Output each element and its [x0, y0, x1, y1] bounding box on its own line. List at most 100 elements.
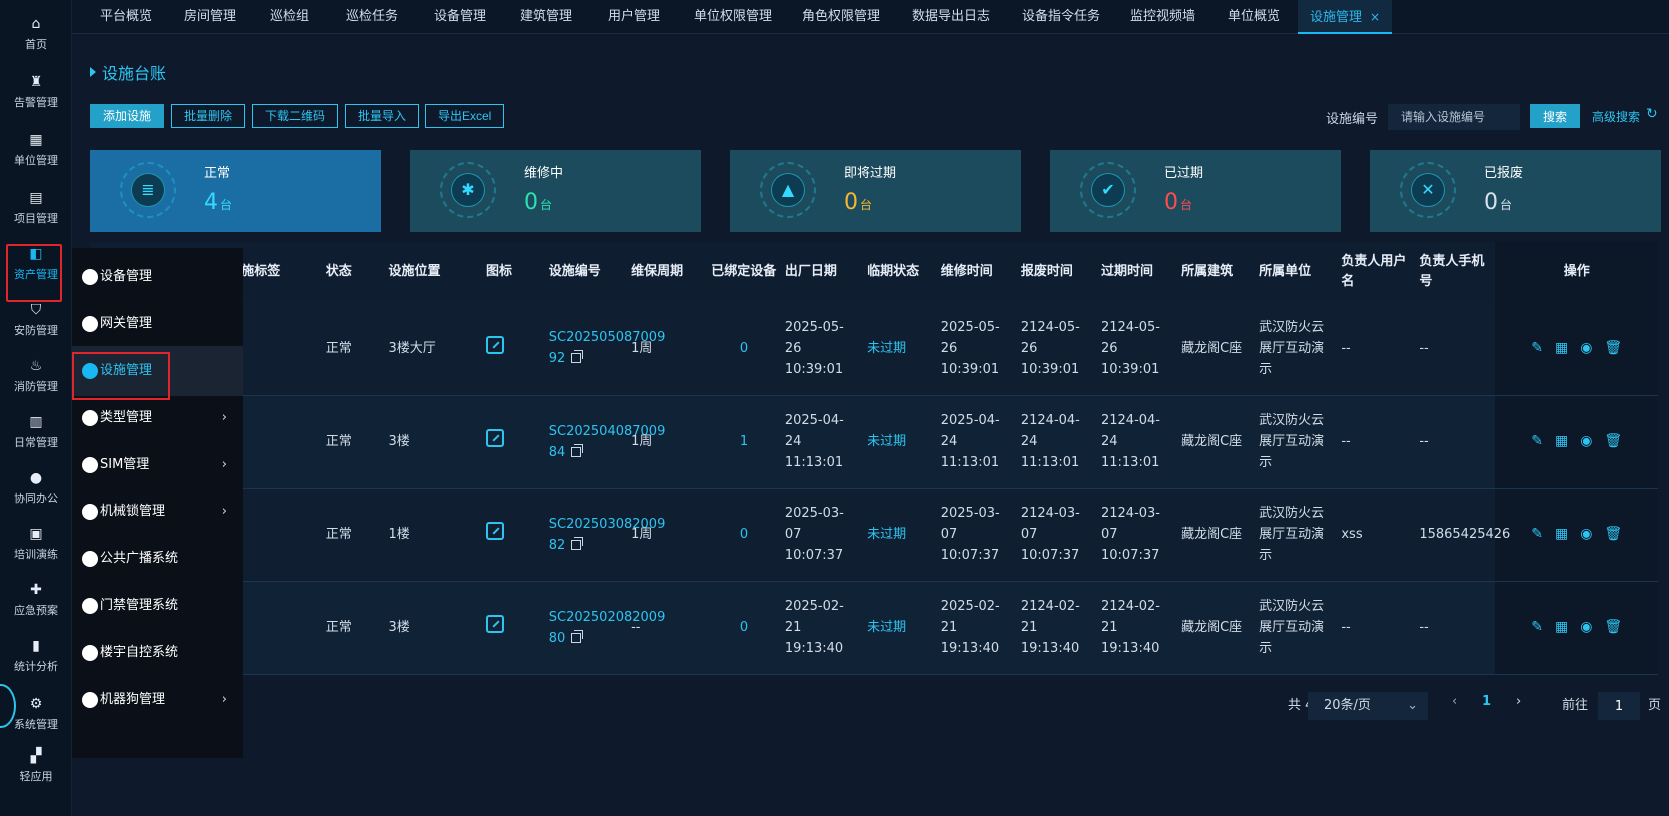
cell-scrap: 2124-02-21 19:13:40 — [1016, 581, 1097, 675]
batch-import-button[interactable]: 批量导入 — [345, 104, 420, 128]
tab-6[interactable]: 用户管理 — [608, 0, 660, 34]
rail-label: 首页 — [25, 38, 47, 51]
cell-value: 1周 — [631, 340, 653, 356]
tab-1[interactable]: 房间管理 — [184, 0, 236, 34]
rail-item-8[interactable]: ● 协同办公 — [0, 464, 72, 520]
tab-7[interactable]: 单位权限管理 — [694, 0, 772, 34]
submenu-item-0[interactable]: 设备管理 — [72, 252, 243, 302]
cell-scrap: 2124-04-24 11:13:01 — [1016, 395, 1097, 489]
tab-8[interactable]: 角色权限管理 — [802, 0, 880, 34]
advanced-search-link[interactable]: 高级搜索 — [1592, 108, 1640, 125]
current-page[interactable]: 1 — [1482, 694, 1491, 720]
refresh-icon[interactable]: ↻ — [1646, 106, 1658, 122]
batch-delete-button[interactable]: 批量删除 — [171, 104, 246, 128]
eye-icon[interactable]: ◉ — [1580, 433, 1592, 449]
column-header: 出厂日期 — [780, 242, 864, 302]
stat-value: 4 — [204, 190, 218, 215]
tab-4[interactable]: 设备管理 — [434, 0, 486, 34]
submenu-item-9[interactable]: 机器狗管理 › — [72, 675, 243, 725]
rail-item-3[interactable]: ▤ 项目管理 — [0, 184, 72, 240]
submenu-item-3[interactable]: 类型管理 › — [72, 393, 243, 443]
edit-icon[interactable]: ✎ — [1531, 526, 1543, 542]
export-excel-button[interactable]: 导出Excel — [425, 104, 505, 128]
submenu-item-7[interactable]: 门禁管理系统 — [72, 581, 243, 631]
add-facility-button[interactable]: 添加设施 — [90, 104, 165, 128]
tab-0[interactable]: 平台概览 — [100, 0, 152, 34]
edit-note-icon — [485, 615, 504, 633]
cell-building: 藏龙阁C座 — [1177, 488, 1256, 582]
rail-item-0[interactable]: ⌂ 首页 — [0, 10, 72, 66]
edit-icon[interactable]: ✎ — [1531, 340, 1543, 356]
submenu-item-4[interactable]: SIM管理 › — [72, 440, 243, 490]
trash-icon[interactable]: 🗑 — [1604, 340, 1622, 356]
chevron-right-icon: › — [221, 692, 227, 707]
rail-item-2[interactable]: ▦ 单位管理 — [0, 126, 72, 182]
bullet-icon — [82, 504, 98, 520]
tab-12[interactable]: 单位概览 — [1228, 0, 1280, 34]
tab-2[interactable]: 巡检组 — [270, 0, 309, 34]
tab-10[interactable]: 设备指令任务 — [1022, 0, 1100, 34]
submenu-item-6[interactable]: 公共广播系统 — [72, 534, 243, 584]
rail-item-13[interactable]: ▞ 轻应用 — [0, 742, 72, 798]
stat-card[interactable]: ✱ 维修中 0 台 — [410, 150, 701, 232]
goto-page-input[interactable] — [1598, 692, 1640, 720]
stat-card[interactable]: ✕ 已报废 0 台 — [1370, 150, 1661, 232]
tab-3[interactable]: 巡检任务 — [346, 0, 398, 34]
next-page-icon[interactable]: › — [1516, 694, 1521, 720]
submenu-item-5[interactable]: 机械锁管理 › — [72, 487, 243, 537]
submenu-item-1[interactable]: 网关管理 — [72, 299, 243, 349]
trash-icon[interactable]: 🗑 — [1604, 619, 1622, 635]
copy-icon[interactable] — [571, 350, 584, 364]
cell-location: 3楼 — [384, 395, 482, 489]
eye-icon[interactable]: ◉ — [1580, 619, 1592, 635]
eye-icon[interactable]: ◉ — [1580, 526, 1592, 542]
cell-value: 1周 — [631, 434, 653, 449]
rail-item-10[interactable]: ✚ 应急预案 — [0, 576, 72, 632]
trash-icon[interactable]: 🗑 — [1604, 526, 1622, 542]
tab-11[interactable]: 监控视频墙 — [1130, 0, 1195, 34]
edit-icon[interactable]: ✎ — [1531, 433, 1543, 449]
submenu-item-8[interactable]: 楼宇自控系统 — [72, 628, 243, 678]
edit-icon[interactable]: ✎ — [1531, 619, 1543, 635]
rail-item-1[interactable]: ♜ 告警管理 — [0, 68, 72, 124]
cell-value: 藏龙阁C座 — [1181, 620, 1243, 635]
rail-item-11[interactable]: ▮ 统计分析 — [0, 632, 72, 688]
cell-value: 2124-02-21 19:13:40 — [1100, 599, 1160, 656]
qr-code-icon[interactable]: ▦ — [1555, 619, 1568, 635]
page-size-select[interactable]: 20条/页 ⌄ — [1308, 692, 1428, 720]
tab-9[interactable]: 数据导出日志 — [912, 0, 990, 34]
download-qr-button[interactable]: 下载二维码 — [252, 104, 339, 128]
cell-user: -- — [1337, 581, 1416, 675]
stat-card[interactable]: ▲ 即将过期 0 台 — [730, 150, 1021, 232]
qr-code-icon[interactable]: ▦ — [1555, 433, 1568, 449]
copy-icon[interactable] — [571, 443, 584, 457]
rail-item-5[interactable]: ⛉ 安防管理 — [0, 296, 72, 352]
rail-item-6[interactable]: ♨ 消防管理 — [0, 352, 72, 408]
cell-scrap: 2124-05-26 10:39:01 — [1016, 302, 1097, 396]
search-button[interactable]: 搜索 — [1530, 104, 1580, 128]
rail-item-9[interactable]: ▣ 培训演练 — [0, 520, 72, 576]
trash-icon[interactable]: 🗑 — [1604, 433, 1622, 449]
facility-icon-cell — [481, 395, 545, 489]
qr-code-icon[interactable]: ▦ — [1555, 526, 1568, 542]
close-icon[interactable]: × — [1370, 10, 1380, 24]
copy-icon[interactable] — [571, 536, 584, 550]
cell-value: 2124-04-24 11:13:01 — [1100, 413, 1160, 470]
qr-code-icon[interactable]: ▦ — [1555, 340, 1568, 356]
tab-5[interactable]: 建筑管理 — [520, 0, 572, 34]
rail-item-7[interactable]: ▥ 日常管理 — [0, 408, 72, 464]
rail-label: 应急预案 — [14, 604, 58, 617]
cell-value: -- — [1341, 340, 1351, 356]
prev-page-icon[interactable]: ‹ — [1452, 694, 1457, 720]
copy-icon[interactable] — [571, 629, 584, 643]
stat-card[interactable]: ≣ 正常 4 台 — [90, 150, 381, 232]
cell-bound: 1 — [707, 395, 781, 489]
stat-unit: 台 — [1500, 198, 1513, 212]
cell-phone: -- — [1415, 395, 1496, 489]
column-header: 图标 — [481, 242, 545, 302]
tab-13[interactable]: 设施管理 × — [1298, 0, 1393, 34]
cell-value: 2025-02-21 19:13:40 — [784, 599, 844, 656]
facility-code-input[interactable] — [1388, 104, 1520, 130]
eye-icon[interactable]: ◉ — [1580, 340, 1592, 356]
stat-card[interactable]: ✔ 已过期 0 台 — [1050, 150, 1341, 232]
